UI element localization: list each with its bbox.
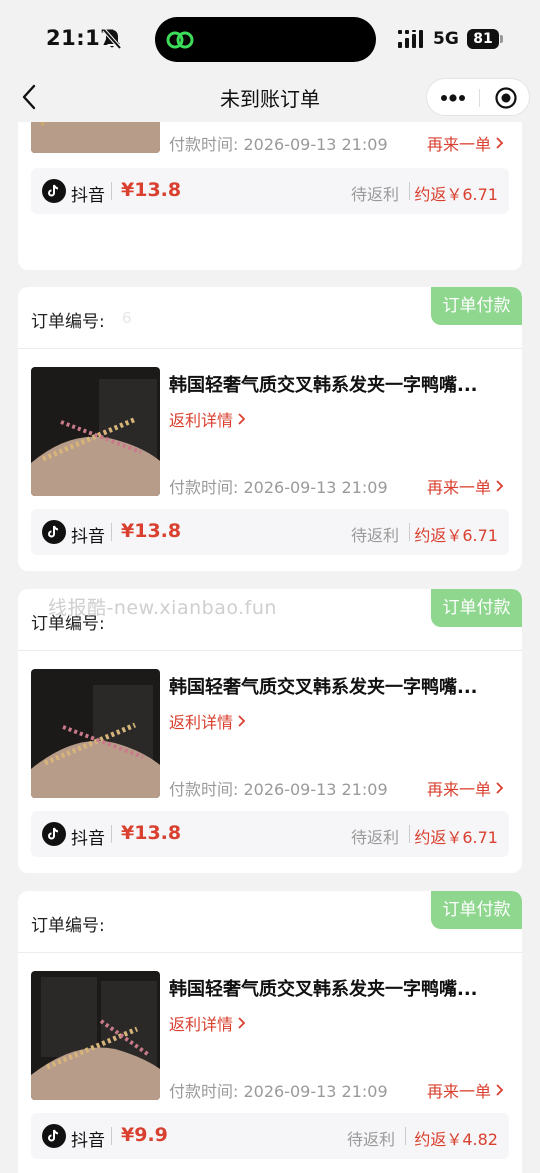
battery-level: 81 xyxy=(467,29,499,49)
status-badge: 订单付款 xyxy=(431,287,522,325)
order-info-bar: 抖音 ¥13.8 待返利 约返￥6.71 xyxy=(31,811,509,857)
rebate-amount: 约返￥6.71 xyxy=(414,526,498,545)
paid-amount: ¥9.9 xyxy=(121,1124,168,1146)
order-card[interactable]: 订单编号: 订单付款 韩国轻奢气质交叉韩系发夹一字鸭嘴... 返利详情 付款时间… xyxy=(18,891,522,1173)
rebate-details-link[interactable]: 返利详情 xyxy=(169,709,246,733)
divider xyxy=(111,523,112,541)
order-card[interactable]: 订单编号: 订单付款 韩国轻奢气质交叉韩系发夹一字鸭嘴... 返利详情 付款时间… xyxy=(18,589,522,873)
order-info-bar: 抖音 ¥13.8 待返利 约返￥6.71 xyxy=(31,509,509,555)
watermark: 线报酷-new.xianbao.fun xyxy=(48,597,277,619)
divider xyxy=(111,182,112,200)
rebate-details-link[interactable]: 返利详情 xyxy=(169,1011,246,1035)
nav-bar: 未到账订单 xyxy=(0,72,540,122)
paid-amount: ¥13.8 xyxy=(121,822,182,844)
divider xyxy=(111,1127,112,1145)
status-badge: 订单付款 xyxy=(431,891,522,929)
battery-indicator: 81 xyxy=(467,29,503,49)
product-title[interactable]: 韩国轻奢气质交叉韩系发夹一字鸭嘴... xyxy=(169,975,509,1001)
more-dots-icon xyxy=(441,94,465,102)
chevron-right-icon xyxy=(496,1084,504,1096)
reorder-link[interactable]: 再来一单 xyxy=(427,776,504,800)
rebate-status: 待返利 xyxy=(351,185,400,204)
chevron-right-icon xyxy=(238,1017,246,1029)
reorder-label: 再来一单 xyxy=(426,478,491,497)
platform-name: 抖音 xyxy=(71,1131,105,1151)
chevron-right-icon xyxy=(238,413,246,425)
order-no-label: 订单编号: xyxy=(31,916,105,936)
divider xyxy=(409,182,410,200)
target-close-icon xyxy=(494,87,517,109)
paid-amount: ¥13.8 xyxy=(121,520,182,542)
douyin-icon xyxy=(42,1124,66,1148)
chevron-right-icon xyxy=(496,137,504,149)
reorder-label: 再来一单 xyxy=(426,780,491,799)
order-no-label: 订单编号: xyxy=(31,312,105,332)
product-title[interactable]: 韩国轻奢气质交叉韩系发夹一字鸭嘴... xyxy=(169,673,509,699)
platform-name: 抖音 xyxy=(71,186,105,206)
order-list[interactable]: 付款时间: 2026-09-13 21:09 再来一单 抖音 ¥13.8 待返利… xyxy=(0,122,540,1173)
divider xyxy=(409,825,410,843)
signal-icon xyxy=(398,30,423,48)
chevron-right-icon xyxy=(238,715,246,727)
divider xyxy=(111,825,112,843)
product-image[interactable] xyxy=(31,122,160,153)
platform-name: 抖音 xyxy=(71,527,105,547)
product-image[interactable] xyxy=(31,669,160,798)
divider xyxy=(405,1127,406,1145)
rebate-details-label: 返利详情 xyxy=(169,411,234,430)
rebate-details-link[interactable]: 返利详情 xyxy=(169,407,246,431)
battery-cap xyxy=(500,35,503,43)
status-badge: 订单付款 xyxy=(431,589,522,627)
rebate-amount: 约返￥6.71 xyxy=(414,828,498,847)
pay-time: 付款时间: 2026-09-13 21:09 xyxy=(169,478,388,497)
paid-amount: ¥13.8 xyxy=(121,179,182,201)
product-image[interactable] xyxy=(31,367,160,496)
rebate-details-label: 返利详情 xyxy=(169,1015,234,1034)
chevron-right-icon xyxy=(496,480,504,492)
order-header: 订单编号: 订单付款 xyxy=(18,891,522,953)
mini-program-capsule xyxy=(426,78,530,116)
status-bar: 21:17 5G 81 xyxy=(0,0,540,80)
rebate-status: 待返利 xyxy=(351,828,400,847)
rebate-status: 待返利 xyxy=(347,1130,396,1149)
reorder-link[interactable]: 再来一单 xyxy=(427,1078,504,1102)
order-header: 订单编号: 6 订单付款 xyxy=(18,287,522,349)
rebate-details-label: 返利详情 xyxy=(169,713,234,732)
reorder-link[interactable]: 再来一单 xyxy=(427,474,504,498)
rebate-status: 待返利 xyxy=(351,526,400,545)
pay-time: 付款时间: 2026-09-13 21:09 xyxy=(169,780,388,799)
reorder-link[interactable]: 再来一单 xyxy=(427,131,504,155)
pay-time: 付款时间: 2026-09-13 21:09 xyxy=(169,1082,388,1101)
order-info-bar: 抖音 ¥13.8 待返利 约返￥6.71 xyxy=(31,168,509,214)
bell-slash-icon xyxy=(102,28,122,50)
network-type: 5G xyxy=(433,29,459,49)
order-card[interactable]: 订单编号: 6 订单付款 韩国轻奢气质交叉韩系发夹一字鸭嘴... 返利详情 付款… xyxy=(18,287,522,571)
more-button[interactable] xyxy=(427,79,479,117)
douyin-icon xyxy=(42,520,66,544)
product-title[interactable]: 韩国轻奢气质交叉韩系发夹一字鸭嘴... xyxy=(169,371,509,397)
pay-time: 付款时间: 2026-09-13 21:09 xyxy=(169,135,388,154)
wechat-link-icon xyxy=(166,31,194,49)
dynamic-island xyxy=(155,17,376,62)
reorder-label: 再来一单 xyxy=(426,1082,491,1101)
product-image[interactable] xyxy=(31,971,160,1100)
reorder-label: 再来一单 xyxy=(426,135,491,154)
douyin-icon xyxy=(42,822,66,846)
rebate-amount: 约返￥6.71 xyxy=(414,185,498,204)
order-info-bar: 抖音 ¥9.9 待返利 约返￥4.82 xyxy=(31,1113,509,1159)
order-no-value[interactable]: 6 xyxy=(122,309,132,327)
close-mini-program-button[interactable] xyxy=(480,79,531,117)
chevron-right-icon xyxy=(496,782,504,794)
order-card: 付款时间: 2026-09-13 21:09 再来一单 抖音 ¥13.8 待返利… xyxy=(18,122,522,270)
divider xyxy=(409,523,410,541)
douyin-icon xyxy=(42,179,66,203)
rebate-amount: 约返￥4.82 xyxy=(414,1130,498,1149)
platform-name: 抖音 xyxy=(71,829,105,849)
